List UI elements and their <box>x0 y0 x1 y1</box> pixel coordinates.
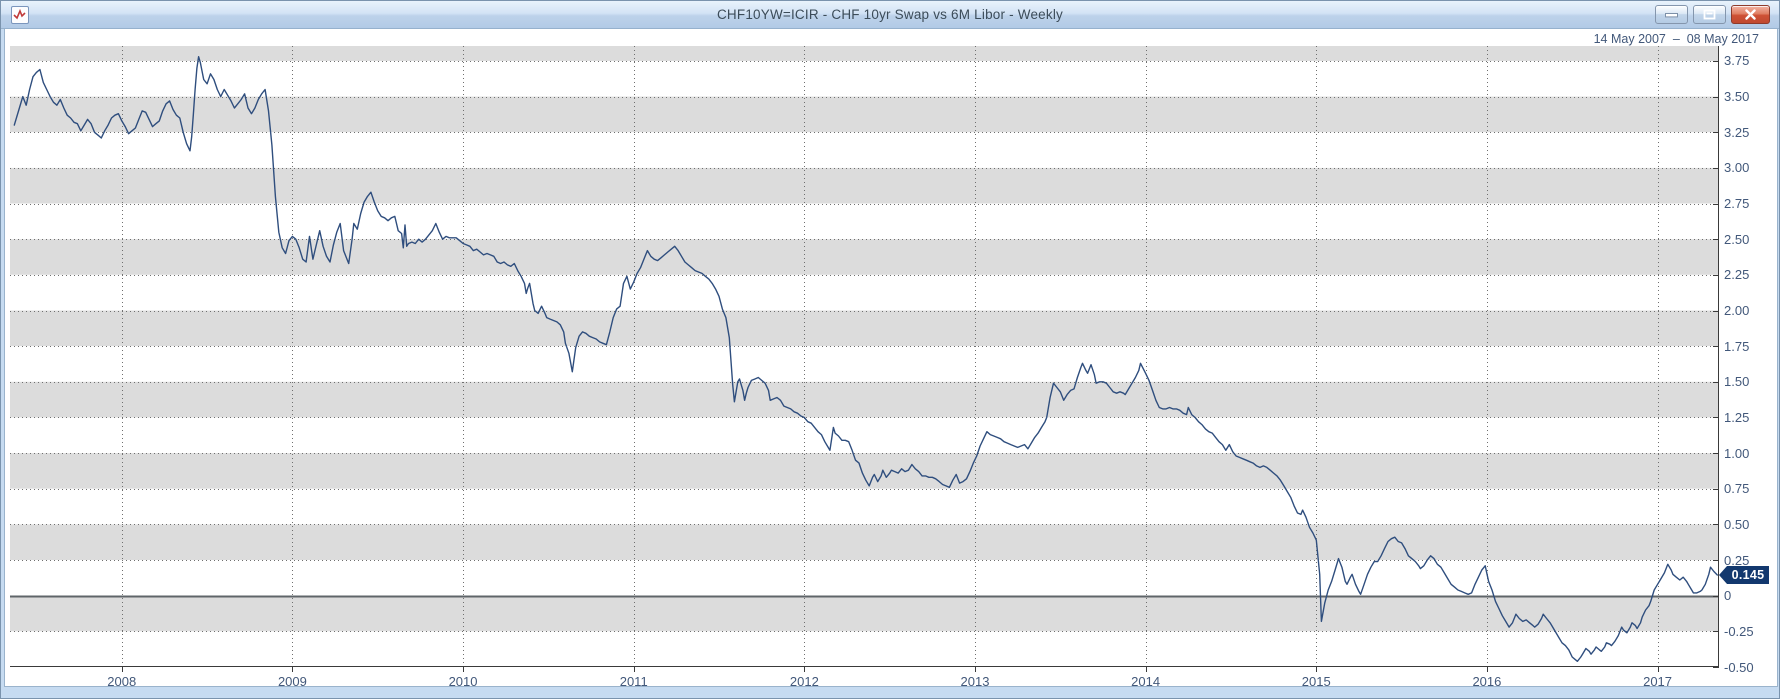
chart-band <box>10 524 1719 560</box>
chart-band <box>10 453 1719 489</box>
price-tag-arrow-icon <box>1719 566 1727 584</box>
window-title: CHF10YW=ICIR - CHF 10yr Swap vs 6M Libor… <box>1 7 1779 22</box>
y-axis-label: 3.00 <box>1724 160 1768 175</box>
window-controls <box>1655 5 1770 24</box>
y-axis-label: 3.25 <box>1724 125 1768 140</box>
chart-band <box>10 275 1719 311</box>
chart-band <box>10 596 1719 632</box>
chart-client-area: CHF10YW=ICIR Weekly – 10 YearsC:0.1450 O… <box>4 29 1778 687</box>
close-button[interactable] <box>1731 5 1770 24</box>
chart-band <box>10 382 1719 418</box>
chart-plot-area[interactable] <box>10 46 1719 674</box>
y-axis-label: 3.50 <box>1724 89 1768 104</box>
price-tag-value: 0.145 <box>1727 566 1769 584</box>
chart-band <box>10 61 1719 97</box>
y-axis-label: -0.25 <box>1724 624 1768 639</box>
chart-band <box>10 97 1719 133</box>
chart-band <box>10 46 1719 61</box>
chart-band <box>10 560 1719 596</box>
x-axis-label: 2017 <box>1636 674 1680 689</box>
y-axis-label: 0 <box>1724 588 1768 603</box>
y-axis-label: 2.00 <box>1724 303 1768 318</box>
y-axis-label: 0.75 <box>1724 481 1768 496</box>
y-axis-label: 2.25 <box>1724 267 1768 282</box>
restore-icon <box>1702 8 1717 21</box>
close-icon <box>1744 9 1757 20</box>
y-axis-label: 1.25 <box>1724 410 1768 425</box>
y-axis-label: 1.75 <box>1724 339 1768 354</box>
x-axis-label: 2008 <box>100 674 144 689</box>
minimize-icon <box>1664 10 1679 19</box>
chart-band <box>10 239 1719 275</box>
chart-band <box>10 418 1719 454</box>
x-axis-label: 2011 <box>612 674 656 689</box>
x-axis-label: 2009 <box>270 674 314 689</box>
y-axis-label: 3.75 <box>1724 53 1768 68</box>
chart-band <box>10 132 1719 168</box>
chart-band <box>10 204 1719 240</box>
restore-button[interactable] <box>1693 5 1726 24</box>
last-price-tag: 0.145 <box>1719 566 1769 584</box>
y-axis-label: 0.50 <box>1724 517 1768 532</box>
y-axis-label: 2.50 <box>1724 232 1768 247</box>
x-axis-label: 2010 <box>441 674 485 689</box>
y-axis-label: 1.00 <box>1724 446 1768 461</box>
chart-band <box>10 346 1719 382</box>
application-window: CHF10YW=ICIR - CHF 10yr Swap vs 6M Libor… <box>0 0 1780 699</box>
chart-band <box>10 168 1719 204</box>
chart-band <box>10 631 1719 667</box>
minimize-button[interactable] <box>1655 5 1688 24</box>
x-axis-label: 2012 <box>782 674 826 689</box>
window-titlebar[interactable]: CHF10YW=ICIR - CHF 10yr Swap vs 6M Libor… <box>1 1 1779 29</box>
x-axis-label: 2013 <box>953 674 997 689</box>
x-axis-label: 2014 <box>1124 674 1168 689</box>
date-range-label: 14 May 2007 – 08 May 2017 <box>1594 32 1759 46</box>
x-axis-label: 2016 <box>1465 674 1509 689</box>
y-axis-label: -0.50 <box>1724 660 1768 675</box>
y-axis-label: 1.50 <box>1724 374 1768 389</box>
y-axis-label: 2.75 <box>1724 196 1768 211</box>
chart-band <box>10 489 1719 525</box>
x-axis-label: 2015 <box>1294 674 1338 689</box>
chart-band <box>10 311 1719 347</box>
